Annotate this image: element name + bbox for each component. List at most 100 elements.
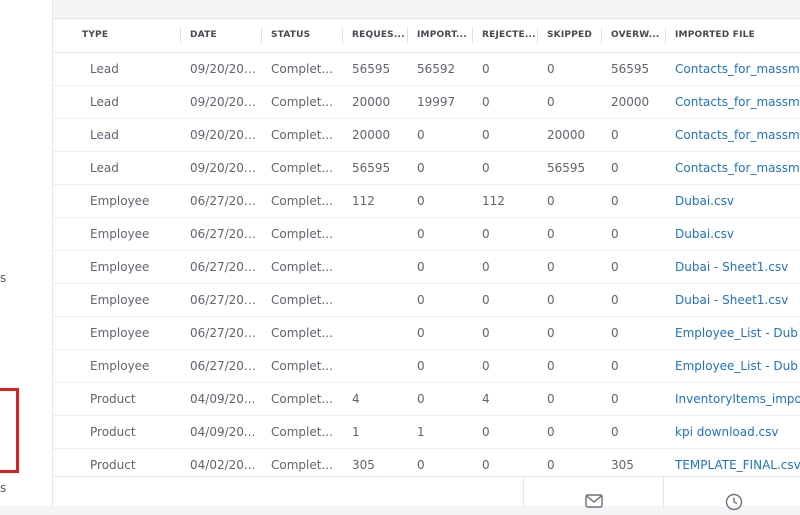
- cell-rejected: 4: [473, 382, 538, 416]
- sidebar-label-fragment[interactable]: s: [0, 481, 6, 495]
- cell-requested: 20000: [343, 85, 408, 119]
- cell-skipped: 0: [538, 349, 602, 383]
- cell-skipped: 0: [538, 217, 602, 251]
- highlight-box: [0, 388, 19, 473]
- cell-skipped: 0: [538, 283, 602, 317]
- cell-skipped: 0: [538, 250, 602, 284]
- table-row[interactable]: Lead 09/20/201... Complet... 20000 0 0 2…: [53, 118, 800, 152]
- cell-skipped: 56595: [538, 151, 602, 185]
- cell-skipped: 0: [538, 184, 602, 218]
- table-row[interactable]: Employee 06/27/201... Complet... 112 0 1…: [53, 184, 800, 218]
- cell-status: Complet...: [262, 151, 343, 185]
- table-row[interactable]: Lead 09/20/201... Complet... 56595 56592…: [53, 52, 800, 86]
- cell-status: Complet...: [262, 448, 343, 476]
- table-row[interactable]: Lead 09/20/201... Complet... 20000 19997…: [53, 85, 800, 119]
- cell-skipped: 0: [538, 448, 602, 476]
- bottom-toolbar: [53, 476, 800, 511]
- cell-overwritten: 0: [602, 382, 666, 416]
- cell-rejected: 0: [473, 316, 538, 350]
- cell-skipped: 0: [538, 316, 602, 350]
- cell-type: Employee: [53, 316, 181, 350]
- cell-date: 06/27/201...: [181, 316, 262, 350]
- column-header-imported[interactable]: IMPORT...: [408, 19, 473, 53]
- cell-imported: 56592: [408, 52, 473, 86]
- imported-file-link[interactable]: Employee_List - Dub: [666, 316, 800, 350]
- cell-requested: 4: [343, 382, 408, 416]
- imported-file-link[interactable]: Employee_List - Dub: [666, 349, 800, 383]
- cell-imported: 0: [408, 184, 473, 218]
- cell-rejected: 0: [473, 448, 538, 476]
- cell-rejected: 0: [473, 217, 538, 251]
- cell-imported: 0: [408, 250, 473, 284]
- cell-requested: [343, 217, 408, 251]
- cell-status: Complet...: [262, 184, 343, 218]
- column-header-imported-file[interactable]: IMPORTED FILE: [666, 19, 800, 53]
- cell-requested: [343, 250, 408, 284]
- sidebar-label-fragment[interactable]: s: [0, 271, 6, 285]
- column-header-overwritten[interactable]: OVERW...: [602, 19, 666, 53]
- cell-date: 09/20/201...: [181, 118, 262, 152]
- imported-file-link[interactable]: Contacts_for_massm: [666, 52, 800, 86]
- cell-type: Product: [53, 415, 181, 449]
- cell-type: Product: [53, 448, 181, 476]
- column-header-status[interactable]: STATUS: [262, 19, 343, 53]
- table-row[interactable]: Employee 06/27/201... Complet... 0 0 0 0…: [53, 250, 800, 284]
- imported-file-link[interactable]: Dubai.csv: [666, 184, 800, 218]
- cell-status: Complet...: [262, 85, 343, 119]
- cell-requested: [343, 349, 408, 383]
- cell-type: Lead: [53, 52, 181, 86]
- cell-skipped: 0: [538, 382, 602, 416]
- cell-imported: 0: [408, 151, 473, 185]
- column-header-type[interactable]: TYPE: [53, 19, 181, 53]
- imported-file-link[interactable]: Dubai - Sheet1.csv: [666, 250, 800, 284]
- clock-icon: [725, 493, 743, 515]
- table-row[interactable]: Product 04/02/20... Complet... 305 0 0 0…: [53, 448, 800, 476]
- cell-status: Complet...: [262, 118, 343, 152]
- cell-rejected: 0: [473, 151, 538, 185]
- cell-status: Complet...: [262, 382, 343, 416]
- mail-button[interactable]: [524, 477, 663, 508]
- table-row[interactable]: Employee 06/27/201... Complet... 0 0 0 0…: [53, 316, 800, 350]
- cell-imported: 0: [408, 316, 473, 350]
- column-header-skipped[interactable]: SKIPPED: [538, 19, 602, 53]
- imported-file-link[interactable]: Contacts_for_massm: [666, 151, 800, 185]
- table-row[interactable]: Employee 06/27/201... Complet... 0 0 0 0…: [53, 283, 800, 317]
- cell-rejected: 0: [473, 349, 538, 383]
- cell-type: Lead: [53, 151, 181, 185]
- table-row[interactable]: Employee 06/27/201... Complet... 0 0 0 0…: [53, 217, 800, 251]
- cell-overwritten: 0: [602, 217, 666, 251]
- cell-overwritten: 56595: [602, 52, 666, 86]
- imported-file-link[interactable]: Contacts_for_massm: [666, 118, 800, 152]
- page-top-gap: [53, 0, 800, 18]
- imported-file-link[interactable]: TEMPLATE_FINAL.csv: [666, 448, 800, 476]
- cell-rejected: 0: [473, 52, 538, 86]
- cell-rejected: 0: [473, 415, 538, 449]
- cell-date: 06/27/201...: [181, 349, 262, 383]
- cell-imported: 19997: [408, 85, 473, 119]
- table-row[interactable]: Lead 09/20/201... Complet... 56595 0 0 5…: [53, 151, 800, 185]
- table-row[interactable]: Employee 06/27/201... Complet... 0 0 0 0…: [53, 349, 800, 383]
- cell-requested: [343, 316, 408, 350]
- clock-button[interactable]: [664, 477, 800, 511]
- cell-status: Complet...: [262, 283, 343, 317]
- imported-file-link[interactable]: kpi download.csv: [666, 415, 800, 449]
- table-header-row: TYPE DATE STATUS REQUES... IMPORT... REJ…: [53, 19, 800, 53]
- imported-file-link[interactable]: InventoryItems_impo: [666, 382, 800, 416]
- cell-date: 09/20/201...: [181, 52, 262, 86]
- table-row[interactable]: Product 04/09/20... Complet... 4 0 4 0 0…: [53, 382, 800, 416]
- column-header-rejected[interactable]: REJECTE...: [473, 19, 538, 53]
- cell-date: 04/09/20...: [181, 382, 262, 416]
- imported-file-link[interactable]: Contacts_for_massm: [666, 85, 800, 119]
- column-header-date[interactable]: DATE: [181, 19, 262, 53]
- table-row[interactable]: Product 04/09/20... Complet... 1 1 0 0 0…: [53, 415, 800, 449]
- cell-date: 06/27/201...: [181, 184, 262, 218]
- cell-status: Complet...: [262, 217, 343, 251]
- imported-file-link[interactable]: Dubai - Sheet1.csv: [666, 283, 800, 317]
- cell-skipped: 0: [538, 85, 602, 119]
- cell-requested: 1: [343, 415, 408, 449]
- sidebar: s s: [0, 0, 53, 506]
- imported-file-link[interactable]: Dubai.csv: [666, 217, 800, 251]
- cell-requested: 305: [343, 448, 408, 476]
- cell-imported: 0: [408, 382, 473, 416]
- column-header-requested[interactable]: REQUES...: [343, 19, 408, 53]
